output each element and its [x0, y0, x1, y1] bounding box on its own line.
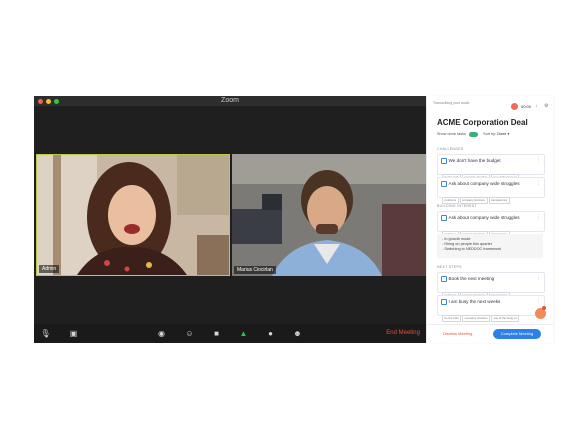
participant-name-label: Admin: [39, 265, 60, 273]
more-options-icon[interactable]: ⋮: [536, 215, 541, 220]
filter-bar: Show done tasks Sort by: Done ▾: [437, 131, 509, 137]
share-screen-icon[interactable]: ▲: [238, 328, 249, 339]
panel-header: Transcribing your audio 00:00 ↓ ⚙: [433, 101, 551, 115]
note-line: - In growth mode: [442, 237, 471, 241]
deal-assistant-panel: Transcribing your audio 00:00 ↓ ⚙ ACME C…: [426, 96, 553, 343]
participants-icon[interactable]: ☺: [184, 328, 195, 339]
chevron-down-icon: ▾: [507, 132, 510, 136]
transcribing-status: Transcribing your audio: [433, 101, 470, 105]
download-icon[interactable]: ↓: [535, 103, 538, 110]
notification-badge: [542, 306, 546, 310]
reactions-icon[interactable]: ☻: [292, 328, 303, 339]
tag[interactable]: use of the hang on: [491, 314, 520, 322]
show-done-toggle[interactable]: [468, 131, 478, 137]
participant-video-marius: [232, 154, 426, 276]
settings-icon[interactable]: ⚙: [544, 103, 548, 110]
tag[interactable]: be the truth: [442, 314, 462, 322]
checkbox[interactable]: [441, 299, 447, 305]
sort-select[interactable]: Done: [497, 132, 506, 136]
task-card[interactable]: I am busy the next weeks be the truth com…: [437, 295, 545, 322]
meeting-timer: 00:00: [521, 104, 532, 109]
security-icon[interactable]: ◉: [156, 328, 167, 339]
participant-tile-marius[interactable]: Marius Ciocirlan: [232, 154, 426, 276]
title-bar: Zoom: [34, 96, 426, 106]
dismiss-meeting-button[interactable]: Dismiss Meeting: [443, 331, 472, 336]
section-heading: BUILDING INTEREST: [437, 204, 477, 208]
task-card[interactable]: Ask about company wide struggles problem…: [437, 211, 545, 238]
zoom-window: Zoom Admin Marius Ciocirlan 🎙 ▣ ◉ ☺ ■ ▲ …: [34, 96, 426, 343]
tag[interactable]: company structure: [462, 314, 491, 322]
more-options-icon[interactable]: ⋮: [536, 276, 541, 281]
microphone-icon[interactable]: 🎙: [40, 328, 51, 339]
checkbox[interactable]: [441, 181, 447, 187]
tag[interactable]: transparency: [488, 196, 510, 204]
window-title: Zoom: [221, 97, 239, 104]
participant-video-admin: [37, 155, 229, 275]
task-title: I am busy the next weeks: [448, 299, 501, 304]
tag-list: be the truthcompany structureuse of the …: [442, 306, 520, 324]
task-title: Ask about company wide struggles: [448, 181, 520, 186]
tag[interactable]: problems: [442, 196, 459, 204]
task-title: Ask about company wide struggles: [448, 215, 520, 220]
panel-footer: Dismiss Meeting Complete Meeting: [427, 324, 553, 344]
deal-title: ACME Corporation Deal: [437, 118, 528, 127]
task-title: Book the next meeting: [448, 276, 495, 281]
more-options-icon[interactable]: ⋮: [536, 181, 541, 186]
show-done-label: Show done tasks: [437, 132, 466, 136]
checkbox[interactable]: [441, 158, 447, 164]
section-heading: NEXT STEPS: [437, 265, 462, 269]
more-options-icon[interactable]: ⋮: [536, 299, 541, 304]
record-icon[interactable]: ●: [265, 328, 276, 339]
checkbox[interactable]: [441, 215, 447, 221]
section-heading: CHALLENGES: [437, 147, 464, 151]
notes-area[interactable]: - In growth mode - Hiring on people this…: [437, 234, 543, 258]
task-title: We don't have the budget: [448, 158, 501, 163]
tag[interactable]: company structure: [459, 196, 488, 204]
task-card[interactable]: Book the next meeting problemscompany st…: [437, 272, 545, 299]
meeting-toolbar: 🎙 ▣ ◉ ☺ ■ ▲ ● ☻ End Meeting: [34, 324, 426, 343]
chat-icon[interactable]: ■: [211, 328, 222, 339]
note-line: - Switching to NEDDOC framework: [442, 247, 502, 252]
task-card[interactable]: We don't have the budget be the truthcom…: [437, 154, 545, 181]
video-camera-icon[interactable]: ▣: [68, 328, 79, 339]
checkbox[interactable]: [441, 276, 447, 282]
participant-name-label: Marius Ciocirlan: [234, 266, 276, 274]
complete-meeting-button[interactable]: Complete Meeting: [493, 329, 541, 339]
task-card[interactable]: Ask about company wide struggles problem…: [437, 177, 545, 204]
participant-tile-admin[interactable]: Admin: [36, 154, 230, 276]
record-status-icon[interactable]: [511, 103, 518, 110]
more-options-icon[interactable]: ⋮: [536, 158, 541, 163]
sort-label: Sort by:: [483, 132, 497, 136]
end-meeting-button[interactable]: End Meeting: [386, 328, 420, 339]
